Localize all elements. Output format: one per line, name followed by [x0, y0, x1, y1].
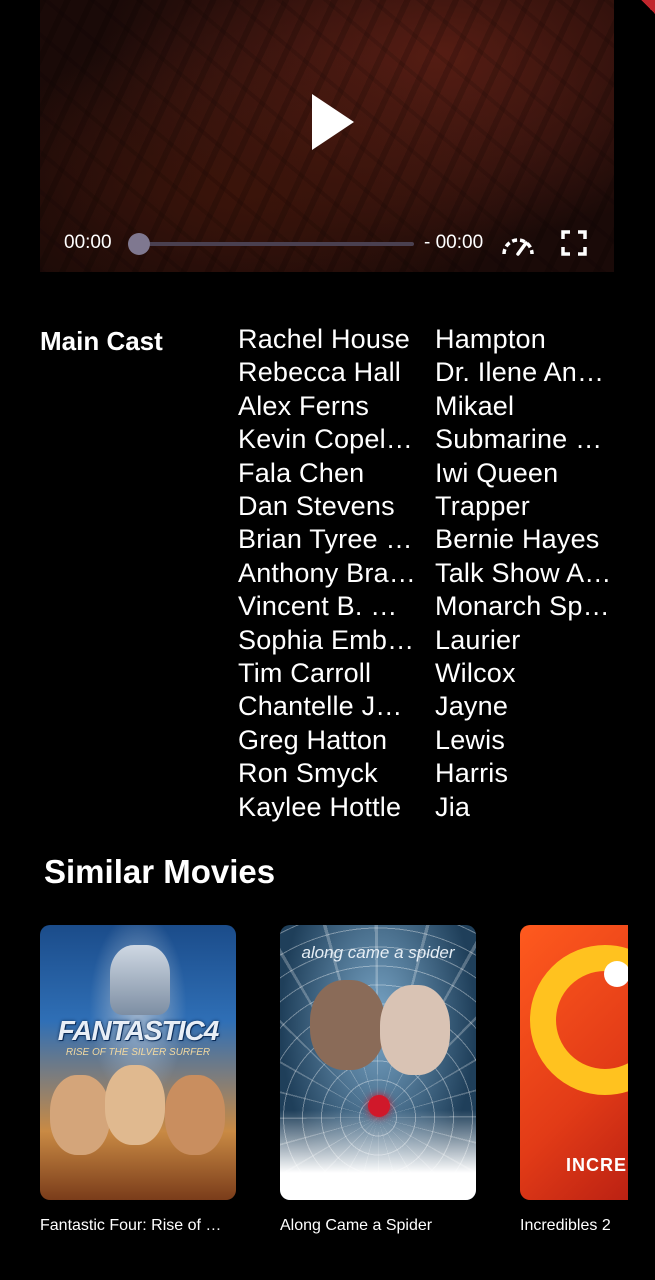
poster-logo: FANTASTIC4	[57, 1015, 220, 1046]
remaining-time: - 00:00	[424, 232, 484, 253]
cast-role-name: Hampton	[435, 324, 546, 354]
similar-movies-carousel[interactable]: FANTASTIC4 RISE OF THE SILVER SURFER Fan…	[40, 925, 628, 1245]
cast-role-name: Jia	[435, 791, 471, 822]
cast-actor-name: Fala Chen	[238, 457, 365, 488]
seek-thumb[interactable]	[128, 233, 150, 255]
cast-actor-name: Kevin Copel…	[238, 424, 413, 455]
movie-title[interactable]: Fantastic Four: Rise of …	[40, 1217, 236, 1235]
cast-role-name: Talk Show A…	[435, 557, 612, 588]
cast-role-name: Wilcox	[435, 658, 516, 689]
cast-actor-name: Greg Hatton	[238, 724, 388, 755]
cast-role-name: Mikael	[435, 390, 515, 421]
cast-roles-column: Hampton Dr. Ilene And… Mikael Submarine … Iw…	[435, 323, 615, 824]
cast-actor-name: Rebecca Hall	[238, 357, 401, 388]
cast-actors-column: Rachel House Rebecca Hall Alex Ferns Kevin …	[238, 323, 416, 824]
poster-logo: along came a spider	[301, 943, 455, 962]
cast-role-name: Submarine …	[435, 424, 603, 455]
movie-poster[interactable]: FANTASTIC4 RISE OF THE SILVER SURFER	[40, 925, 236, 1200]
cast-role-name: Dr. Ilene And…	[435, 357, 615, 388]
seek-bar[interactable]	[128, 233, 414, 255]
current-time: 00:00	[64, 232, 112, 253]
cast-actor-name: Anthony Bra…	[238, 557, 416, 588]
movie-card[interactable]: FANTASTIC4 RISE OF THE SILVER SURFER Fan…	[40, 925, 236, 1235]
cast-actor-name: Alex Ferns	[238, 390, 370, 421]
cast-actor-name: Tim Carroll	[238, 658, 372, 689]
cast-actor-name: Ron Smyck	[238, 758, 378, 789]
poster-subtitle: RISE OF THE SILVER SURFER	[65, 1047, 211, 1058]
cast-role-name: Trapper	[435, 491, 530, 522]
fullscreen-icon[interactable]	[560, 229, 588, 257]
poster-logo: INCREDIB	[566, 1155, 628, 1175]
play-icon[interactable]	[310, 92, 356, 152]
movie-title[interactable]: Incredibles 2	[520, 1217, 628, 1235]
cast-role-name: Harris	[435, 758, 509, 789]
cast-actor-name: Sophia Emb…	[238, 624, 415, 655]
cast-actor-name: Brian Tyree …	[238, 524, 413, 555]
cast-role-name: Laurier	[435, 624, 521, 655]
movie-title[interactable]: Along Came a Spider	[280, 1217, 476, 1235]
spider-graphic	[368, 1095, 390, 1117]
movie-poster[interactable]: INCREDIB	[520, 925, 628, 1200]
cast-actor-name: Chantelle Ja…	[238, 691, 416, 722]
cast-role-name: Bernie Hayes	[435, 524, 600, 555]
cast-actor-name: Dan Stevens	[238, 491, 395, 522]
cast-role-name: Monarch Sp…	[435, 591, 610, 622]
cast-role-name: Jayne	[435, 691, 509, 722]
cast-actor-name: Vincent B. G…	[238, 591, 416, 622]
cast-actor-name: Kaylee Hottle	[238, 791, 402, 822]
cast-role-name: Iwi Queen	[435, 457, 559, 488]
cast-role-name: Lewis	[435, 724, 506, 755]
video-player[interactable]: 00:00 - 00:00	[40, 0, 614, 272]
cast-actor-name: Rachel House	[238, 324, 410, 354]
movie-card[interactable]: along came a spider Along Came a Spider	[280, 925, 476, 1235]
playback-speed-icon[interactable]	[500, 230, 536, 258]
movie-card[interactable]: INCREDIB Incredibles 2	[520, 925, 628, 1235]
movie-poster[interactable]: along came a spider	[280, 925, 476, 1200]
similar-movies-heading: Similar Movies	[44, 853, 276, 890]
corner-accent	[641, 0, 655, 14]
main-cast-heading: Main Cast	[40, 326, 163, 356]
